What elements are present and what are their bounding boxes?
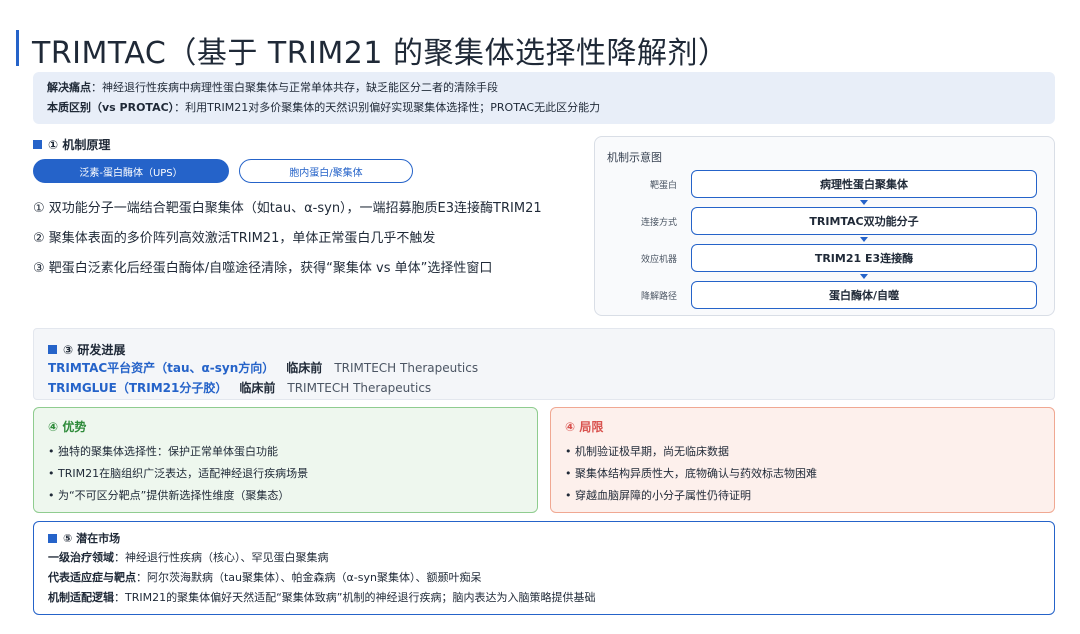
summary-box: 解决痛点：神经退行性疾病中病理性蛋白聚集体与正常单体共存，缺乏能区分二者的清除手…	[33, 72, 1055, 124]
mechanism-step-3: ③ 靶蛋白泛素化后经蛋白酶体/自噬途径清除，获得“聚集体 vs 单体”选择性窗口	[33, 261, 493, 276]
mechanism-step-2: ② 聚集体表面的多价阵列高效激活TRIM21，单体正常蛋白几乎不触发	[33, 231, 436, 246]
advantages-heading: ④ 优势	[48, 420, 87, 434]
market-heading-text: ⑤ 潜在市场	[63, 532, 121, 545]
advantage-item: • 为“不可区分靶点”提供新选择性维度（聚集态）	[48, 489, 290, 502]
diagram-row-box: TRIMTAC双功能分子	[691, 207, 1037, 235]
square-icon	[48, 345, 57, 354]
asset-company: TRIMTECH Therapeutics	[287, 381, 432, 395]
progress-row: TRIMTAC平台资产（tau、α-syn方向） 临床前 TRIMTECH Th…	[48, 358, 1040, 378]
market-heading: ⑤ 潜在市场	[48, 530, 1040, 546]
market-row: 机制适配逻辑：TRIM21的聚集体偏好天然适配“聚集体致病”机制的神经退行疾病；…	[48, 588, 1040, 608]
diagram-row-box: 病理性蛋白聚集体	[691, 170, 1037, 198]
market-row: 代表适应症与靶点：阿尔茨海默病（tau聚集体）、帕金森病（α-syn聚集体）、额…	[48, 568, 1040, 588]
diagram-title: 机制示意图	[607, 151, 662, 164]
diagram-row: 效应机器 TRIM21 E3连接酶	[595, 244, 1054, 272]
tab-intracellular[interactable]: 胞内蛋白/聚集体	[239, 159, 413, 183]
summary-diff-text: ：利用TRIM21对多价聚集体的天然识别偏好实现聚集体选择性；PROTAC无此区…	[174, 101, 601, 114]
diagram-row: 降解路径 蛋白酶体/自噬	[595, 281, 1054, 309]
limitations-box: ④ 局限 • 机制验证极早期，尚无临床数据 • 聚集体结构异质性大，底物确认与药…	[550, 407, 1055, 513]
advantage-item: • 独特的聚集体选择性：保护正常单体蛋白功能	[48, 445, 278, 458]
diagram-row-label: 降解路径	[640, 292, 677, 302]
limitation-item: • 机制验证极早期，尚无临床数据	[565, 445, 729, 458]
asset-stage: 临床前	[286, 361, 323, 375]
diagram-row: 靶蛋白 病理性蛋白聚集体	[595, 170, 1054, 198]
market-row-label: 机制适配逻辑	[48, 591, 114, 604]
mechanism-steps: ① 双功能分子一端结合靶蛋白聚集体（如tau、α-syn），一端招募胞质E3连接…	[33, 198, 553, 288]
summary-pain-label: 解决痛点	[47, 81, 91, 94]
asset-name: TRIMTAC平台资产（tau、α-syn方向）	[48, 361, 275, 375]
asset-company: TRIMTECH Therapeutics	[334, 361, 479, 375]
diagram-row-label: 靶蛋白	[649, 181, 677, 191]
mechanism-diagram: 机制示意图 靶蛋白 病理性蛋白聚集体 连接方式 TRIMTAC双功能分子 效应机…	[594, 136, 1055, 316]
limitation-item: • 穿越血脑屏障的小分子属性仍待证明	[565, 489, 751, 502]
title-accent-bar	[16, 30, 19, 66]
square-icon	[48, 533, 57, 543]
arrow-down-icon	[860, 237, 868, 242]
diagram-row-box: TRIM21 E3连接酶	[691, 244, 1037, 272]
progress-row: TRIMGLUE（TRIM21分子胶） 临床前 TRIMTECH Therape…	[48, 378, 1040, 398]
progress-section: ③ 研发进展 TRIMTAC平台资产（tau、α-syn方向） 临床前 TRIM…	[33, 328, 1055, 400]
summary-diff-row: 本质区别（vs PROTAC）：利用TRIM21对多价聚集体的天然识别偏好实现聚…	[47, 98, 1041, 118]
mechanism-heading-text: ① 机制原理	[48, 138, 111, 152]
market-row-label: 一级治疗领域	[48, 551, 114, 564]
limitation-item: • 聚集体结构异质性大，底物确认与药效标志物困难	[565, 467, 817, 480]
summary-pain-row: 解决痛点：神经退行性疾病中病理性蛋白聚集体与正常单体共存，缺乏能区分二者的清除手…	[47, 78, 1041, 98]
summary-diff-label: 本质区别（vs PROTAC）	[47, 101, 175, 114]
asset-name: TRIMGLUE（TRIM21分子胶）	[48, 381, 228, 395]
mechanism-step-1: ① 双功能分子一端结合靶蛋白聚集体（如tau、α-syn），一端招募胞质E3连接…	[33, 201, 542, 216]
mechanism-section: ① 机制原理 泛素-蛋白酶体（UPS） 胞内蛋白/聚集体 ① 双功能分子一端结合…	[33, 136, 583, 306]
arrow-down-icon	[860, 200, 868, 205]
market-row: 一级治疗领域：神经退行性疾病（核心）、罕见蛋白聚集病	[48, 548, 1040, 568]
market-section: ⑤ 潜在市场 一级治疗领域：神经退行性疾病（核心）、罕见蛋白聚集病 代表适应症与…	[33, 521, 1055, 615]
tab-ups[interactable]: 泛素-蛋白酶体（UPS）	[33, 159, 229, 183]
mechanism-tabs: 泛素-蛋白酶体（UPS） 胞内蛋白/聚集体	[33, 159, 413, 183]
market-row-label: 代表适应症与靶点	[48, 571, 136, 584]
summary-pain-text: ：神经退行性疾病中病理性蛋白聚集体与正常单体共存，缺乏能区分二者的清除手段	[91, 81, 498, 94]
progress-heading: ③ 研发进展	[48, 341, 1040, 358]
progress-heading-text: ③ 研发进展	[63, 343, 126, 357]
advantages-box: ④ 优势 • 独特的聚集体选择性：保护正常单体蛋白功能 • TRIM21在脑组织…	[33, 407, 538, 513]
diagram-row-label: 效应机器	[640, 255, 677, 265]
asset-stage: 临床前	[239, 381, 276, 395]
advantage-item: • TRIM21在脑组织广泛表达，适配神经退行疾病场景	[48, 467, 309, 480]
diagram-row-box: 蛋白酶体/自噬	[691, 281, 1037, 309]
diagram-row: 连接方式 TRIMTAC双功能分子	[595, 207, 1054, 235]
arrow-down-icon	[860, 274, 868, 279]
market-row-text: ：TRIM21的聚集体偏好天然适配“聚集体致病”机制的神经退行疾病；脑内表达为入…	[114, 591, 596, 604]
diagram-row-label: 连接方式	[640, 218, 677, 228]
page-title: TRIMTAC（基于 TRIM21 的聚集体选择性降解剂）	[32, 36, 729, 71]
market-row-text: ：神经退行性疾病（核心）、罕见蛋白聚集病	[114, 551, 329, 564]
square-icon	[33, 140, 42, 149]
market-row-text: ：阿尔茨海默病（tau聚集体）、帕金森病（α-syn聚集体）、额颞叶痴呆	[136, 571, 482, 584]
limitations-heading: ④ 局限	[565, 420, 604, 434]
mechanism-heading: ① 机制原理	[33, 136, 583, 153]
